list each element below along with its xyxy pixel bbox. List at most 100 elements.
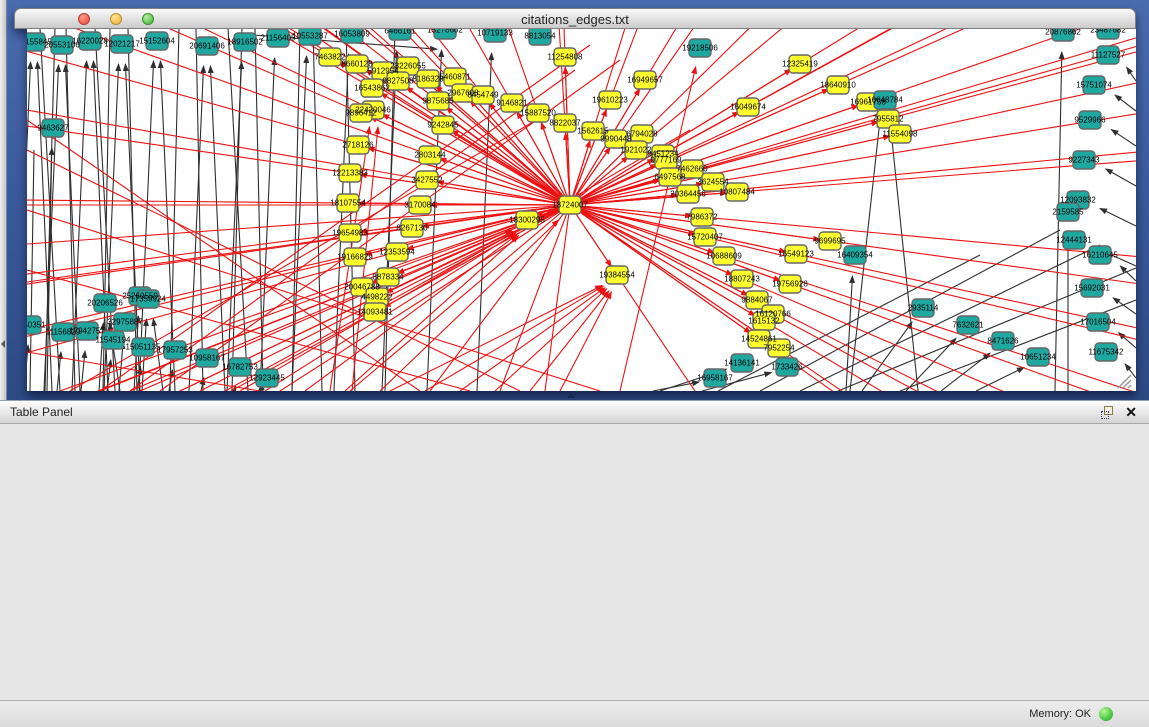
graph-node-label: 19166829 (337, 253, 373, 262)
graph-node-label: 8878334 (372, 273, 404, 282)
graph-node-label: 3427552 (411, 176, 443, 185)
graph-node-label: 6794028 (626, 130, 658, 139)
graph-node-label: 20691406 (189, 42, 225, 51)
graph-node-label: 9463627 (37, 124, 69, 133)
graph-node-label: 17016504 (1080, 318, 1116, 327)
graph-node-label: 1615132 (748, 317, 780, 326)
graph-node-label: 14093481 (357, 308, 393, 317)
graph-node-label: 21156405 (261, 34, 297, 43)
graph-node-label: 19610223 (592, 96, 628, 105)
graph-node-label: 15720407 (687, 233, 723, 242)
graph-node-label: 18640910 (820, 81, 856, 90)
graph-node-label: 20876862 (1045, 29, 1081, 37)
graph-node-label: 16409354 (837, 251, 873, 260)
graph-node-label: 2718126 (342, 141, 374, 150)
graph-node-label: 16220028 (72, 37, 108, 46)
graph-node-label: 12021217 (104, 40, 140, 49)
graph-node-label: 16543862 (354, 84, 390, 93)
graph-node-label: 12325419 (782, 60, 818, 69)
graph-node-label: 1733426 (771, 363, 803, 372)
graph-node-label: 10719133 (477, 29, 513, 38)
memory-status-icon[interactable] (1099, 707, 1113, 721)
graph-node-label: 9529966 (1074, 116, 1106, 125)
resize-grip-icon[interactable] (1116, 373, 1134, 389)
graph-node-label: 15887520 (520, 109, 556, 118)
graph-node-label: 9146821 (496, 99, 528, 108)
graph-node-label: 2159585 (1052, 208, 1084, 217)
graph-node-label: 18300295 (509, 216, 545, 225)
graph-node-label: 12353594 (379, 248, 415, 257)
graph-node-label: 7632621 (952, 321, 984, 330)
graph-node-label: 16210645 (1082, 251, 1118, 260)
graph-node-label: 14524861 (741, 335, 777, 344)
graph-node-label: 12444131 (1056, 236, 1092, 245)
graph-node-label: 3170084 (404, 201, 436, 210)
graph-node-label: 8267130 (396, 224, 428, 233)
graph-node-label: 16049674 (730, 103, 766, 112)
graph-node-label: 11127527 (1091, 51, 1126, 60)
graph-node-label: 19756928 (772, 280, 808, 289)
graph-node-label: 20206526 (87, 299, 123, 308)
graph-node-label: 18107554 (330, 199, 366, 208)
graph-node-label: 6466161 (384, 29, 416, 36)
panel-splitter-handle[interactable] (567, 393, 575, 398)
network-window-titlebar[interactable]: citations_edges.txt (14, 8, 1136, 29)
graph-node-label: 5460871 (439, 73, 471, 82)
graph-node-label: 8822037 (549, 119, 581, 128)
table-panel-body: ✔ ✔ ✕ f(x) citations_edges.txt namein_de… (0, 425, 1149, 700)
graph-node-label: 11675342 (1089, 348, 1125, 357)
graph-node-label: 10807484 (719, 188, 755, 197)
graph-node-label: 11254808 (548, 53, 584, 62)
citation-graph[interactable]: 1872400718300295193845547463822866012859… (27, 29, 1136, 391)
table-panel-header: Table Panel ✕ (0, 400, 1149, 424)
table-panel-title: Table Panel (10, 405, 73, 419)
graph-node-label: 8813054 (524, 32, 556, 41)
graph-node-label: 8471626 (987, 337, 1019, 346)
close-panel-icon[interactable]: ✕ (1125, 404, 1137, 420)
graph-node-label: 9884067 (741, 296, 773, 305)
graph-node-label: 7952254 (763, 344, 795, 353)
graph-node-label: 9896412 (345, 109, 377, 118)
graph-node-label: 16782753 (222, 363, 258, 372)
graph-node-label: 19218506 (682, 44, 718, 53)
memory-status-label: Memory: OK (1029, 708, 1091, 720)
graph-node-label: 23226055 (390, 62, 426, 71)
graph-node-label: 20364456 (670, 190, 706, 199)
graph-node-label: 16648784 (867, 96, 903, 105)
left-panel-collapse-strip[interactable] (0, 0, 7, 400)
network-canvas[interactable]: 1872400718300295193845547463822866012859… (27, 29, 1136, 391)
graph-node-label: 15152604 (139, 37, 175, 46)
cytoscape-desktop: citations_edges.txt 18724007183002951938… (0, 0, 1149, 400)
graph-node-label: 7986372 (686, 213, 718, 222)
graph-node-label: 18807243 (724, 275, 760, 284)
collapse-left-arrow-icon[interactable] (1, 340, 5, 348)
graph-node-label: 10958167 (189, 354, 225, 363)
graph-node-label: 23487682 (1090, 29, 1126, 35)
graph-node-label: 17359924 (130, 295, 166, 304)
graph-node-label: 8454749 (467, 91, 499, 100)
graph-node-label: 20046788 (344, 283, 380, 292)
graph-node-label: 15692031 (1074, 284, 1110, 293)
status-bar: Memory: OK (0, 700, 1149, 727)
graph-node-label: 12213383 (332, 169, 368, 178)
graph-node-label: 18916502 (227, 38, 263, 47)
graph-node-label: 7955812 (872, 115, 904, 124)
network-window-title: citations_edges.txt (15, 12, 1135, 27)
graph-node-label: 2935114 (908, 304, 939, 313)
graph-node-label: 16949657 (627, 76, 663, 85)
graph-node-label: 10553287 (292, 32, 328, 41)
graph-node-label: 17942757 (69, 327, 105, 336)
graph-node-label: 15051135 (126, 343, 162, 352)
graph-node-label: 9875685 (422, 97, 454, 106)
graph-node-label: 32975887 (107, 318, 143, 327)
graph-node-label: 10651234 (1020, 353, 1056, 362)
graph-node-label: 16958167 (697, 374, 733, 383)
graph-node-label: 6497568 (654, 173, 686, 182)
graph-node-label: 18724007 (552, 201, 588, 210)
graph-node-label: 9777169 (650, 156, 682, 165)
graph-node-label: 12923445 (249, 374, 285, 383)
float-panel-icon[interactable] (1101, 406, 1115, 420)
graph-node-label: 11554098 (883, 130, 919, 139)
graph-node-label: 14136141 (724, 359, 760, 368)
graph-node-label: 9242845 (427, 121, 459, 130)
